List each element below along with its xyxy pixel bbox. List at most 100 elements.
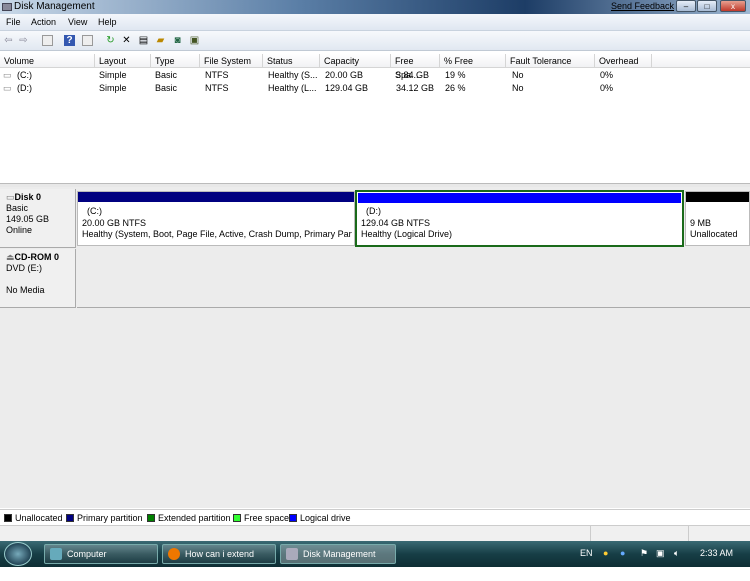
volume-list: Volume Layout Type File System Status Ca…: [0, 53, 750, 183]
column-header-layout[interactable]: Layout: [95, 54, 151, 68]
action-center-flag-icon[interactable]: ⚑: [640, 548, 648, 559]
taskbar: Computer How can i extend my... Disk Man…: [0, 541, 750, 577]
maximize-button[interactable]: □: [697, 0, 717, 12]
cell-capacity: 20.00 GB: [325, 70, 364, 80]
legend-extended-partition: Extended partition: [147, 513, 231, 523]
disk-name: Disk 0: [14, 192, 42, 202]
disk-name: CD-ROM 0: [14, 252, 60, 262]
close-button[interactable]: x: [720, 0, 746, 12]
cell-free-space: 34.12 GB: [396, 83, 435, 93]
back-icon[interactable]: ⇦: [3, 35, 14, 46]
column-header-type[interactable]: Type: [151, 54, 200, 68]
cell-status: Healthy (L...: [268, 83, 317, 93]
cell-status: Healthy (S...: [268, 70, 318, 80]
update-icon[interactable]: ●: [603, 548, 608, 558]
cell-file-system: NTFS: [205, 83, 229, 93]
column-header-status[interactable]: Status: [263, 54, 320, 68]
unallocated-bar: [686, 192, 749, 202]
task-disk-management[interactable]: Disk Management: [280, 544, 396, 564]
clock[interactable]: 2:33 AM: [700, 548, 733, 558]
drive-icon: ▭: [3, 83, 12, 93]
help-icon[interactable]: ?: [64, 35, 75, 46]
open-icon[interactable]: ▰: [155, 35, 166, 46]
legend: Unallocated Primary partition Extended p…: [0, 509, 750, 525]
cell-percent-free: 19 %: [445, 70, 466, 80]
cell-type: Basic: [155, 70, 178, 80]
table-row[interactable]: ▭ (D:) Simple Basic NTFS Healthy (L... 1…: [0, 82, 750, 95]
cdrom-0-label[interactable]: ⏏CD-ROM 0 DVD (E:) No Media: [0, 249, 76, 308]
partition-c[interactable]: (C:) 20.00 GB NTFS Healthy (System, Boot, …: [77, 191, 355, 246]
cell-volume: (C:): [17, 70, 32, 80]
menu-view[interactable]: View: [68, 17, 87, 27]
menu-action[interactable]: Action: [31, 17, 56, 27]
title-bar: Disk Management Send Feedback – □ x: [0, 0, 750, 14]
disk-graph-pane: ▭Disk 0 Basic 149.05 GB Online (C:) 20.00…: [0, 187, 750, 508]
cell-free-space: 3.84 GB: [396, 70, 430, 80]
start-button[interactable]: [4, 542, 32, 566]
details-pane-icon[interactable]: [82, 35, 93, 46]
unallocated-space[interactable]: 9 MB Unallocated: [685, 191, 750, 246]
network-icon[interactable]: ▣: [656, 548, 665, 559]
column-header-capacity[interactable]: Capacity: [320, 54, 391, 68]
properties-icon[interactable]: ▤: [138, 35, 149, 46]
menu-help[interactable]: Help: [98, 17, 117, 27]
forward-icon[interactable]: ⇨: [18, 35, 29, 46]
window-title: Disk Management: [14, 1, 95, 12]
legend-unallocated: Unallocated: [4, 513, 63, 523]
column-header-overhead[interactable]: Overhead: [595, 54, 652, 68]
disk-type: DVD (E:): [6, 263, 42, 273]
legend-primary-partition: Primary partition: [66, 513, 143, 523]
partition-size: 9 MB: [690, 217, 712, 228]
task-computer[interactable]: Computer: [44, 544, 158, 564]
console-tree-icon[interactable]: [42, 35, 53, 46]
column-header-file-system[interactable]: File System: [200, 54, 263, 68]
cell-percent-free: 26 %: [445, 83, 466, 93]
status-bar: [0, 525, 750, 542]
disk-state: Online: [6, 225, 33, 235]
explore-icon[interactable]: ◙: [172, 35, 183, 46]
cell-layout: Simple: [99, 83, 127, 93]
cell-layout: Simple: [99, 70, 127, 80]
cell-fault-tolerance: No: [512, 83, 524, 93]
logical-drive-bar: [358, 193, 681, 203]
network-globe-icon[interactable]: ●: [620, 548, 625, 558]
refresh-icon[interactable]: ↻: [105, 35, 116, 46]
firefox-icon: [168, 548, 180, 560]
column-header-fault-tolerance[interactable]: Fault Tolerance: [506, 54, 595, 68]
volume-icon[interactable]: 🔈︎: [674, 548, 679, 559]
disk-state: No Media: [6, 285, 45, 295]
cell-overhead: 0%: [600, 83, 614, 93]
cdrom-0-area[interactable]: [77, 249, 750, 308]
language-indicator[interactable]: EN: [580, 548, 593, 558]
partition-status: Healthy (System, Boot, Page File, Active…: [82, 229, 352, 239]
task-firefox[interactable]: How can i extend my...: [162, 544, 276, 577]
primary-partition-bar: [78, 192, 354, 202]
computer-icon: [50, 548, 62, 560]
delete-icon[interactable]: ✕: [121, 35, 132, 46]
partition-status: Unallocated: [690, 229, 738, 239]
partition-label: (D:): [366, 206, 381, 216]
cell-overhead: 0%: [600, 70, 614, 80]
column-header-percent-free[interactable]: % Free: [440, 54, 506, 68]
partition-size: 20.00 GB NTFS: [82, 217, 147, 228]
cell-volume: (D:): [17, 83, 32, 93]
disk-management-icon: [286, 548, 298, 560]
partition-d[interactable]: (D:) 129.04 GB NTFS Healthy (Logical Drive…: [355, 190, 684, 247]
minimize-button[interactable]: –: [676, 0, 696, 12]
disk-icon: ▭: [6, 192, 15, 202]
cell-fault-tolerance: No: [512, 70, 524, 80]
table-row[interactable]: ▭ (C:) Simple Basic NTFS Healthy (S... 2…: [0, 69, 750, 82]
partition-size: 129.04 GB NTFS: [361, 217, 431, 228]
cell-capacity: 129.04 GB: [325, 83, 369, 93]
disk-type: Basic: [6, 203, 29, 213]
disk-0-label[interactable]: ▭Disk 0 Basic 149.05 GB Online: [0, 189, 76, 248]
menu-file[interactable]: File: [6, 17, 21, 27]
column-header-volume[interactable]: Volume: [0, 54, 95, 68]
settings-icon[interactable]: ▣: [189, 35, 200, 46]
cell-type: Basic: [155, 83, 178, 93]
menu-bar: File Action View Help: [0, 14, 750, 31]
send-feedback-link[interactable]: Send Feedback: [611, 1, 674, 11]
cell-file-system: NTFS: [205, 70, 229, 80]
partition-status: Healthy (Logical Drive): [361, 229, 453, 239]
column-header-free-space[interactable]: Free Spa...: [391, 54, 440, 80]
